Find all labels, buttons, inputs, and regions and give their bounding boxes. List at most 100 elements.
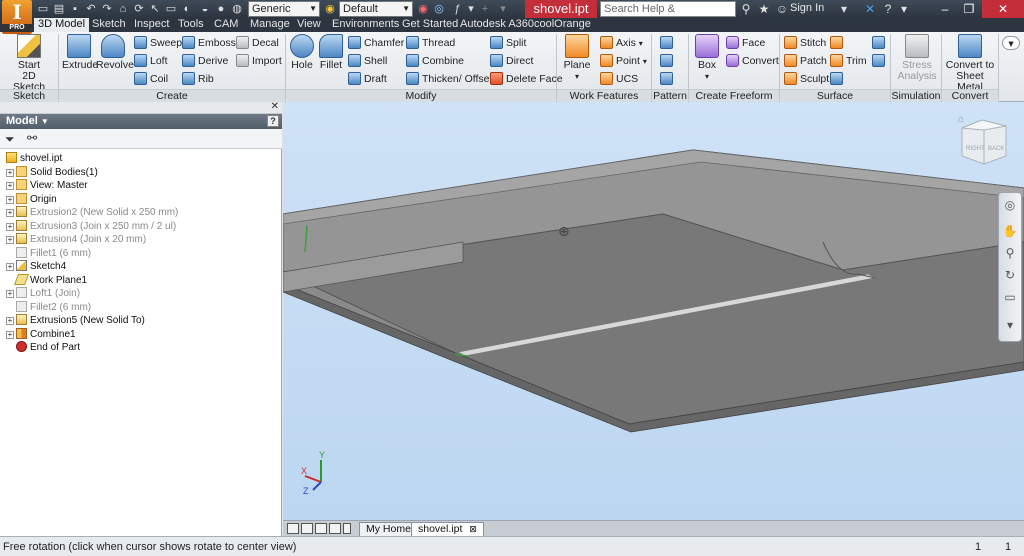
filter-icon[interactable]: ⏷: [5, 132, 15, 147]
tab-environments[interactable]: Environments: [328, 18, 403, 32]
thicken-offset-button[interactable]: Thicken/ Offset: [406, 72, 492, 86]
color-icon[interactable]: ◒: [198, 2, 212, 16]
undo-icon[interactable]: ↶: [84, 2, 98, 16]
home-icon[interactable]: ⌂: [116, 2, 130, 16]
parameters-icon[interactable]: ▾: [464, 2, 478, 16]
window-list-icon[interactable]: [329, 523, 341, 534]
select-icon[interactable]: ↖: [148, 2, 162, 16]
tab-tools[interactable]: Tools: [174, 18, 208, 32]
ribbon-options-button[interactable]: ▾: [1002, 36, 1020, 50]
redo-icon[interactable]: ↷: [100, 2, 114, 16]
viewcube[interactable]: RIGHT BACK ⌂: [954, 108, 1014, 168]
sphere-icon[interactable]: ●: [214, 2, 228, 16]
browser-header[interactable]: Model ▼ ?: [0, 114, 282, 129]
chevron-down-icon[interactable]: ▾: [836, 1, 852, 17]
adjust-icon[interactable]: ◎: [432, 2, 446, 16]
tab-autodesk-a360[interactable]: Autodesk A360: [456, 18, 538, 32]
pan-hand-icon[interactable]: ✋: [1002, 223, 1018, 239]
graphics-viewport[interactable]: ⊕ Y X Z RIGHT BACK ⌂ ◎ ✋ ⚲ ↻ ▭ ▾: [283, 102, 1024, 520]
tile-windows-icon[interactable]: [287, 523, 299, 534]
new-file-icon[interactable]: ▭: [36, 2, 50, 16]
close-button[interactable]: ✕: [982, 0, 1024, 18]
point-button[interactable]: Point ▾: [600, 54, 647, 68]
tree-item[interactable]: + Loft1 (Join): [6, 287, 80, 300]
customize-icon[interactable]: ▾: [496, 2, 510, 16]
start-2d-sketch-button[interactable]: Start 2D Sketch: [6, 34, 52, 93]
rectangular-pattern-button[interactable]: [660, 36, 676, 50]
orbit-icon[interactable]: ↻: [1002, 267, 1018, 283]
circular-pattern-button[interactable]: [660, 54, 676, 68]
sign-in-link[interactable]: Sign In: [790, 2, 824, 14]
tab-shovel-ipt[interactable]: shovel.ipt ⊠: [411, 522, 484, 536]
emboss-button[interactable]: Emboss: [182, 36, 236, 50]
expand-icon[interactable]: +: [6, 168, 14, 177]
menu-icon[interactable]: [343, 523, 351, 534]
patch-button[interactable]: Patch: [784, 54, 827, 68]
trim-button[interactable]: Trim: [830, 54, 867, 68]
expand-icon[interactable]: +: [6, 236, 14, 244]
viewcube-right-face[interactable]: RIGHT: [966, 146, 985, 152]
convert-button[interactable]: Convert: [726, 54, 779, 68]
tree-item[interactable]: + Extrusion4 (Join x 20 mm): [6, 233, 146, 246]
open-folder-icon[interactable]: ▤: [52, 2, 66, 16]
binoculars-icon[interactable]: ⚲: [738, 1, 754, 17]
update-icon[interactable]: ⟳: [132, 2, 146, 16]
repair-bodies-button[interactable]: [872, 54, 888, 68]
clear-appearance-icon[interactable]: ◉: [416, 2, 430, 16]
minimize-button[interactable]: –: [934, 0, 956, 18]
exchange-apps-icon[interactable]: ✕: [862, 1, 878, 17]
extend-button[interactable]: [830, 72, 846, 86]
navbar-options-icon[interactable]: ▾: [1002, 317, 1018, 333]
tab-coolorange[interactable]: coolOrange: [530, 18, 595, 32]
tree-item[interactable]: + Combine1: [6, 327, 76, 341]
tree-item[interactable]: Work Plane1: [6, 273, 87, 287]
star-icon[interactable]: ★: [756, 1, 772, 17]
delete-face-button[interactable]: Delete Face: [490, 72, 563, 86]
ucs-button[interactable]: UCS: [600, 72, 638, 86]
direct-button[interactable]: Direct: [490, 54, 533, 68]
decal-button[interactable]: Decal: [236, 36, 279, 50]
close-icon[interactable]: ✕: [271, 101, 279, 112]
steering-wheel-icon[interactable]: ◎: [1002, 197, 1018, 213]
fx-icon[interactable]: ƒ: [450, 2, 464, 16]
box-button[interactable]: Box ▾: [692, 34, 722, 82]
mirror-button[interactable]: [660, 72, 676, 86]
combine-button[interactable]: Combine: [406, 54, 464, 68]
appearance-icon[interactable]: ◍: [230, 2, 244, 16]
zoom-icon[interactable]: ⚲: [1002, 245, 1018, 261]
coil-button[interactable]: Coil: [134, 72, 168, 86]
tab-sketch[interactable]: Sketch: [88, 18, 130, 32]
help-icon[interactable]: ?: [880, 1, 896, 17]
chamfer-button[interactable]: Chamfer: [348, 36, 404, 50]
material-icon[interactable]: ◐: [180, 2, 194, 16]
user-icon[interactable]: ☺: [774, 1, 790, 17]
look-at-icon[interactable]: ▭: [1002, 289, 1018, 305]
appearance-combo[interactable]: Default ▼: [339, 1, 413, 17]
appearance-sphere-icon[interactable]: ◉: [323, 2, 337, 16]
draft-button[interactable]: Draft: [348, 72, 387, 86]
tree-item[interactable]: + Origin: [6, 192, 57, 206]
arrange-windows-icon[interactable]: [315, 523, 327, 534]
close-tab-icon[interactable]: ⊠: [469, 524, 477, 534]
import-button[interactable]: Import: [236, 54, 282, 68]
expand-icon[interactable]: +: [6, 195, 14, 204]
tree-item[interactable]: shovel.ipt: [6, 152, 62, 165]
expand-icon[interactable]: +: [6, 209, 14, 217]
tab-get-started[interactable]: Get Started: [398, 18, 462, 32]
tree-item[interactable]: + Extrusion2 (New Solid x 250 mm): [6, 206, 178, 219]
maximize-button[interactable]: ❐: [958, 0, 980, 18]
extrude-button[interactable]: Extrude: [62, 34, 98, 71]
fillet-button[interactable]: Fillet: [317, 34, 345, 71]
plus-icon[interactable]: +: [478, 2, 492, 16]
plane-button[interactable]: Plane ▾: [560, 34, 594, 82]
app-menu-button[interactable]: I PRO: [2, 0, 32, 34]
axis-button[interactable]: Axis ▾: [600, 36, 643, 50]
save-icon[interactable]: ▪: [68, 2, 82, 16]
replace-face-button[interactable]: [872, 36, 888, 50]
sculpt-button[interactable]: Sculpt: [784, 72, 829, 86]
face-button[interactable]: Face: [726, 36, 765, 50]
tab-my-home[interactable]: My Home: [359, 522, 418, 536]
revolve-button[interactable]: Revolve: [96, 34, 134, 71]
tree-item[interactable]: Fillet2 (6 mm): [6, 300, 91, 314]
expand-icon[interactable]: +: [6, 263, 14, 271]
